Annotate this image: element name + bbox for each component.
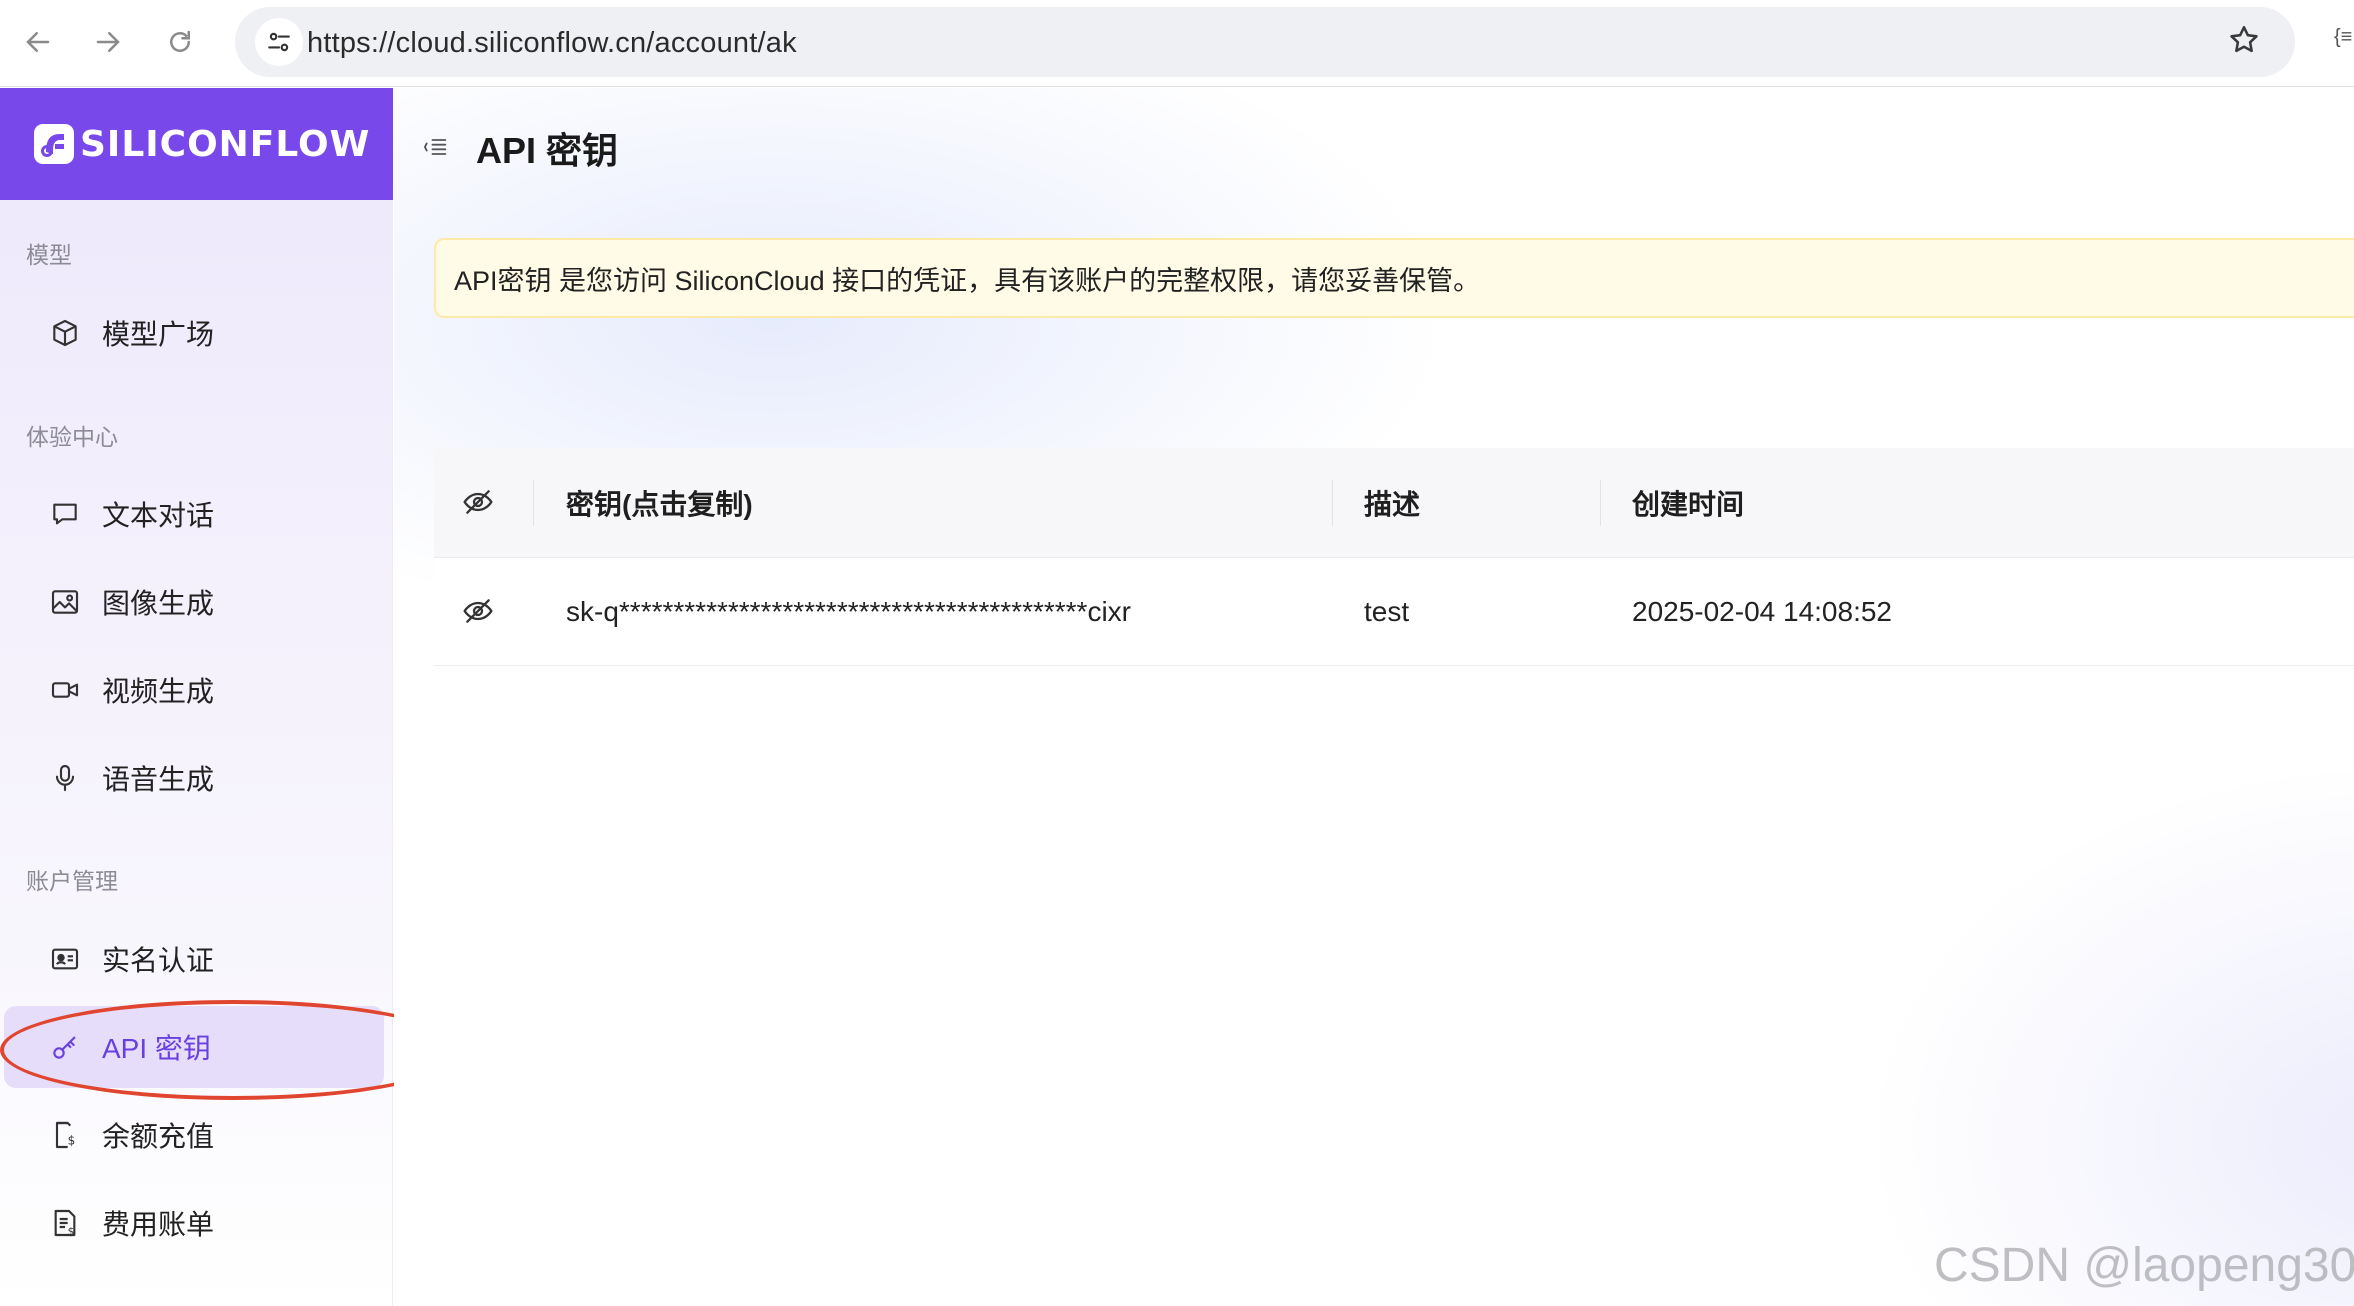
reload-button[interactable]	[154, 16, 206, 68]
sidebar-item-verification[interactable]: 实名认证	[4, 918, 384, 1000]
browser-toolbar: https://cloud.siliconflow.cn/account/ak …	[0, 0, 2354, 87]
api-keys-table: 密钥(点击复制) 描述 创建时间 sk-q*******************…	[434, 448, 2354, 666]
bookmark-button[interactable]	[2227, 23, 2265, 61]
brand-name: SILICONFLOW	[80, 123, 371, 165]
page-title: API 密钥	[476, 130, 619, 171]
sidebar-item-label: 视频生成	[102, 676, 215, 707]
page-header: API 密钥	[422, 122, 618, 174]
forward-button[interactable]	[82, 16, 134, 68]
tune-icon	[268, 32, 290, 52]
svg-text:$: $	[68, 1133, 76, 1147]
toggle-visibility-all[interactable]	[462, 448, 496, 557]
api-key-value[interactable]: sk-q************************************…	[566, 558, 1131, 665]
section-label-playground: 体验中心	[26, 424, 118, 450]
sidebar-item-label: 模型广场	[102, 319, 215, 350]
video-camera-icon	[48, 673, 82, 707]
arrow-left-icon	[26, 32, 50, 52]
sidebar-item-label: 文本对话	[102, 500, 215, 531]
sidebar-item-video-gen[interactable]: 视频生成	[4, 649, 384, 731]
watermark: CSDN @laopeng301	[1934, 1239, 2354, 1292]
table-row: sk-q************************************…	[434, 558, 2354, 666]
extension-icon[interactable]: {≡	[2334, 26, 2354, 56]
section-label-account: 账户管理	[26, 868, 118, 894]
siliconflow-logo-icon	[34, 124, 74, 164]
key-description: test	[1364, 595, 1410, 627]
star-icon	[2230, 25, 2258, 53]
sidebar-item-label: 实名认证	[102, 945, 215, 976]
sidebar-item-recharge[interactable]: $ 余额充值	[4, 1094, 384, 1176]
sidebar-item-api-keys[interactable]: API 密钥	[4, 1006, 384, 1088]
column-divider	[533, 480, 534, 526]
sidebar-item-label: 余额充值	[102, 1121, 215, 1152]
collapse-sidebar-icon[interactable]	[422, 133, 452, 163]
chat-bubble-icon	[48, 497, 82, 531]
sidebar-item-billing[interactable]: $ 费用账单	[4, 1182, 384, 1264]
sidebar: SILICONFLOW 模型 模型广场 体验中心 文本对话 图像生成 视频生成 …	[0, 88, 393, 1306]
sidebar-item-model-square[interactable]: 模型广场	[4, 292, 384, 374]
eye-off-icon	[462, 595, 496, 629]
column-divider	[1600, 480, 1601, 526]
sidebar-item-label: 费用账单	[102, 1209, 215, 1240]
table-header: 密钥(点击复制) 描述 创建时间	[434, 448, 2354, 558]
brand-header[interactable]: SILICONFLOW	[0, 88, 393, 200]
column-header-created: 创建时间	[1632, 488, 1745, 520]
key-icon	[48, 1030, 82, 1064]
microphone-icon	[48, 761, 82, 795]
site-settings-button[interactable]	[255, 18, 303, 66]
id-card-icon	[48, 942, 82, 976]
sidebar-item-image-gen[interactable]: 图像生成	[4, 561, 384, 643]
url-text[interactable]: https://cloud.siliconflow.cn/account/ak	[307, 27, 797, 60]
main-content: API 密钥 API密钥 是您访问 SiliconCloud 接口的凭证，具有该…	[394, 88, 2354, 1306]
svg-text:$: $	[68, 1225, 75, 1238]
eye-off-icon	[462, 486, 496, 520]
back-button[interactable]	[12, 16, 64, 68]
column-divider	[1332, 480, 1333, 526]
info-notice: API密钥 是您访问 SiliconCloud 接口的凭证，具有该账户的完整权限…	[434, 238, 2354, 318]
bill-document-icon: $	[48, 1206, 82, 1240]
section-label-models: 模型	[26, 242, 72, 268]
toggle-key-visibility[interactable]	[462, 558, 496, 665]
image-icon	[48, 585, 82, 619]
sidebar-item-text-chat[interactable]: 文本对话	[4, 473, 384, 555]
sidebar-item-label: API 密钥	[102, 1033, 211, 1064]
address-bar[interactable]: https://cloud.siliconflow.cn/account/ak	[235, 7, 2295, 77]
sidebar-item-label: 图像生成	[102, 588, 215, 619]
key-created-time: 2025-02-04 14:08:52	[1632, 595, 1892, 627]
wallet-recharge-icon: $	[48, 1118, 82, 1152]
column-header-key: 密钥(点击复制)	[566, 488, 753, 520]
cube-icon	[48, 316, 82, 350]
column-header-description: 描述	[1364, 488, 1421, 520]
arrow-right-icon	[96, 32, 120, 52]
sidebar-item-label: 语音生成	[102, 764, 215, 795]
sidebar-item-speech-gen[interactable]: 语音生成	[4, 737, 384, 819]
reload-icon	[170, 30, 190, 52]
